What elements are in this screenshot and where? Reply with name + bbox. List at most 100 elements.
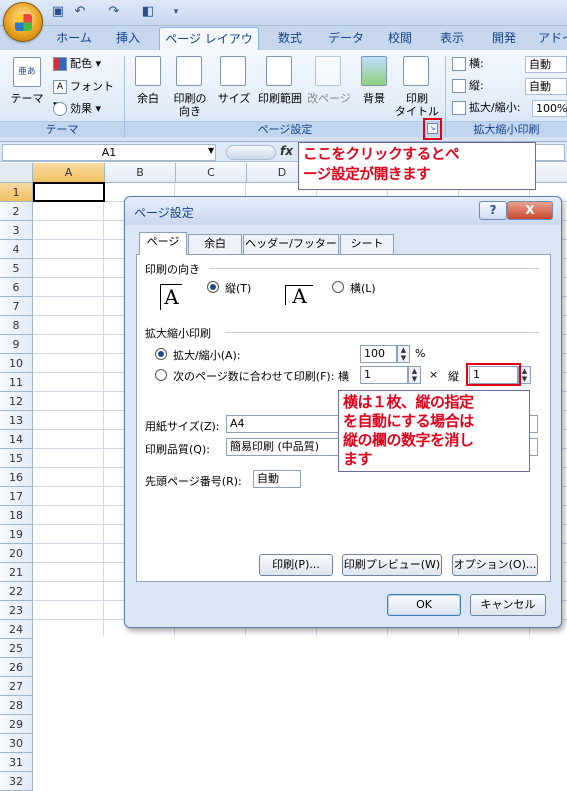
row-header[interactable]: 10 — [0, 354, 33, 373]
row-header[interactable]: 16 — [0, 468, 33, 487]
tab-header-footer[interactable]: ヘッダー/フッター — [243, 234, 339, 254]
row-header[interactable]: 1 — [0, 183, 33, 202]
row-header[interactable]: 4 — [0, 240, 33, 259]
row-header[interactable]: 29 — [0, 715, 33, 734]
selected-cell-a1[interactable] — [33, 182, 105, 202]
theme-icon[interactable]: 亜あ — [13, 57, 41, 87]
name-box[interactable]: A1 — [2, 144, 216, 161]
row-header[interactable]: 9 — [0, 335, 33, 354]
fit-to-label[interactable]: 次のページ数に合わせて印刷(F): — [173, 368, 334, 384]
adjust-to-label[interactable]: 拡大/縮小(A): — [173, 347, 241, 363]
print-preview-button[interactable]: 印刷プレビュー(W) — [342, 554, 442, 576]
fit-wide-spinner[interactable]: ▲ ▼ — [408, 366, 421, 384]
column-header-a[interactable]: A — [33, 163, 105, 183]
print-area-label[interactable]: 印刷範囲 — [254, 92, 306, 105]
tab-page[interactable]: ページ — [139, 232, 187, 255]
tab-view[interactable]: 表示 — [426, 27, 478, 50]
colors-button[interactable]: 配色 ▾ — [53, 55, 119, 73]
margins-icon[interactable] — [135, 56, 161, 86]
row-header[interactable]: 3 — [0, 221, 33, 240]
row-header[interactable]: 14 — [0, 430, 33, 449]
row-header[interactable]: 23 — [0, 601, 33, 620]
tab-margins[interactable]: 余白 — [188, 234, 242, 254]
print-titles-label[interactable]: 印刷 タイトル — [395, 92, 439, 118]
redo-icon[interactable]: ↷ — [106, 4, 122, 20]
print-titles-icon[interactable] — [403, 56, 429, 86]
row-header[interactable]: 19 — [0, 525, 33, 544]
row-header[interactable]: 31 — [0, 753, 33, 772]
orientation-icon[interactable] — [176, 56, 202, 86]
insert-function-icon[interactable]: fx — [280, 144, 296, 160]
size-icon[interactable] — [220, 56, 246, 86]
tab-home[interactable]: ホーム — [46, 27, 102, 50]
row-header[interactable]: 13 — [0, 411, 33, 430]
close-button[interactable]: X — [507, 201, 553, 220]
tab-page-layout[interactable]: ページ レイアウト — [159, 27, 259, 69]
office-button[interactable] — [3, 2, 43, 42]
row-header[interactable]: 24 — [0, 620, 33, 639]
first-page-input[interactable]: 自動 — [253, 470, 301, 488]
row-header[interactable]: 21 — [0, 563, 33, 582]
tab-developer[interactable]: 開発 — [478, 27, 530, 50]
width-select[interactable]: 自動 — [525, 56, 567, 73]
column-header-b[interactable]: B — [105, 163, 176, 183]
adjust-to-spinner[interactable]: ▲ ▼ — [397, 345, 410, 363]
size-label[interactable]: サイズ — [213, 92, 255, 105]
tab-data[interactable]: データ — [318, 27, 374, 50]
tab-insert[interactable]: 挿入 — [104, 27, 152, 50]
row-header[interactable]: 32 — [0, 772, 33, 791]
fit-to-radio[interactable] — [155, 369, 167, 381]
tab-addins[interactable]: アドイン — [530, 27, 567, 50]
row-header[interactable]: 17 — [0, 487, 33, 506]
print-button[interactable]: 印刷(P)... — [259, 554, 333, 576]
scale-input[interactable]: 100% — [532, 100, 567, 117]
row-header[interactable]: 12 — [0, 392, 33, 411]
row-header[interactable]: 27 — [0, 677, 33, 696]
margins-label[interactable]: 余白 — [128, 92, 168, 105]
row-header[interactable]: 26 — [0, 658, 33, 677]
landscape-radio[interactable] — [332, 281, 344, 293]
adjust-to-input[interactable]: 100 — [360, 345, 397, 363]
print-area-icon[interactable] — [266, 56, 292, 86]
page-setup-launcher-icon[interactable]: ↘ — [427, 123, 438, 134]
save-icon[interactable]: ▣ — [50, 4, 66, 20]
row-header[interactable]: 7 — [0, 297, 33, 316]
options-button[interactable]: オプション(O)... — [452, 554, 538, 576]
row-header[interactable]: 22 — [0, 582, 33, 601]
portrait-label[interactable]: 縦(T) — [225, 280, 251, 296]
theme-button-label[interactable]: テーマ — [4, 92, 50, 105]
row-header[interactable]: 11 — [0, 373, 33, 392]
row-header[interactable]: 8 — [0, 316, 33, 335]
customize-qat-icon[interactable]: ▾ — [168, 4, 184, 20]
adjust-to-radio[interactable] — [155, 348, 167, 360]
name-box-dropdown-icon[interactable]: ▼ — [208, 146, 214, 155]
effects-button[interactable]: 効果 ▾ — [53, 100, 119, 118]
row-header[interactable]: 5 — [0, 259, 33, 278]
column-header-c[interactable]: C — [176, 163, 247, 183]
height-select[interactable]: 自動 — [525, 78, 567, 95]
breaks-icon[interactable] — [315, 56, 341, 86]
row-header[interactable]: 28 — [0, 696, 33, 715]
tab-sheet[interactable]: シート — [340, 234, 394, 254]
row-header[interactable]: 15 — [0, 449, 33, 468]
landscape-label[interactable]: 横(L) — [350, 280, 376, 296]
row-header[interactable]: 30 — [0, 734, 33, 753]
fit-wide-input[interactable]: 1 — [360, 366, 408, 384]
orientation-label[interactable]: 印刷の 向き — [167, 92, 213, 118]
print-preview-icon[interactable]: ◧ — [140, 4, 156, 20]
row-header[interactable]: 25 — [0, 639, 33, 658]
tab-formulas[interactable]: 数式 — [262, 27, 318, 50]
row-header[interactable]: 18 — [0, 506, 33, 525]
background-icon[interactable] — [361, 56, 387, 86]
tab-review[interactable]: 校閲 — [374, 27, 426, 50]
row-header[interactable]: 20 — [0, 544, 33, 563]
undo-icon[interactable]: ↶ — [72, 4, 88, 20]
cancel-button[interactable]: キャンセル — [470, 594, 546, 616]
breaks-label[interactable]: 改ページ — [305, 92, 353, 105]
row-header[interactable]: 6 — [0, 278, 33, 297]
background-label[interactable]: 背景 — [354, 92, 394, 105]
row-header[interactable]: 2 — [0, 202, 33, 221]
formula-bar-splitter[interactable] — [226, 145, 276, 160]
fonts-button[interactable]: Aフォント ▾ — [53, 78, 119, 111]
help-button[interactable]: ? — [479, 201, 507, 220]
